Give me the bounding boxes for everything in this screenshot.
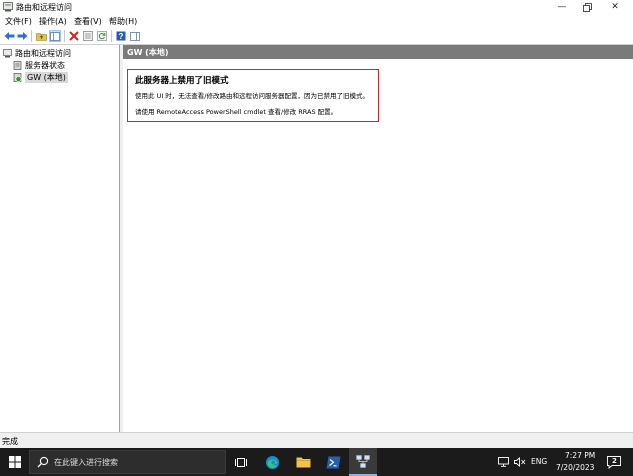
rras-root-icon	[3, 49, 12, 58]
restore-icon	[582, 2, 592, 12]
menu-file[interactable]: 文件(F)	[5, 16, 32, 27]
notice-line-2: 请使用 RemoteAccess PowerShell cmdlet 查看/修改…	[135, 108, 338, 116]
legacy-mode-notice: 此服务器上禁用了旧模式 使用此 UI 时，无法查看/修改路由和远程访问服务器配置…	[127, 69, 379, 122]
network-manager-icon	[356, 454, 370, 468]
clock-date: 7/20/2023	[556, 463, 595, 472]
notification-center-button[interactable]: 2	[603, 448, 625, 476]
maximize-button[interactable]	[573, 0, 601, 14]
menu-action[interactable]: 操作(A)	[39, 16, 67, 27]
toolbar: ?	[0, 28, 633, 45]
details-pane-title: GW (本地)	[127, 48, 169, 57]
tree-item-root-label: 路由和远程访问	[15, 49, 71, 58]
edge-browser-icon	[265, 455, 279, 469]
svg-text:?: ?	[119, 32, 124, 41]
toolbar-divider	[64, 30, 65, 42]
taskbar: 在此键入进行搜索 ENG 7:27 PM 7/20/2023 2	[0, 448, 633, 476]
clock[interactable]: 7:27 PM 7/20/2023	[555, 448, 600, 476]
minimize-icon: —	[557, 2, 567, 12]
taskbar-edge[interactable]	[259, 448, 285, 476]
close-button[interactable]: ✕	[601, 0, 629, 14]
menu-help[interactable]: 帮助(H)	[109, 16, 137, 27]
show-hide-action-pane-button[interactable]	[129, 30, 141, 42]
delete-x-icon	[69, 31, 79, 41]
menu-bar: 文件(F) 操作(A) 查看(V) 帮助(H)	[0, 14, 633, 28]
menu-view[interactable]: 查看(V)	[74, 16, 102, 27]
properties-icon	[83, 31, 93, 41]
properties-button[interactable]	[82, 30, 94, 42]
tray-network[interactable]	[497, 448, 509, 476]
input-language[interactable]: ENG	[531, 457, 547, 466]
console-tree-icon	[50, 31, 60, 41]
forward-arrow-icon	[17, 32, 27, 40]
toolbar-divider	[31, 30, 32, 42]
refresh-icon	[97, 31, 107, 41]
tree-item-server-status-label: 服务器状态	[25, 61, 65, 70]
notice-heading: 此服务器上禁用了旧模式	[135, 76, 229, 86]
tree-item-gw-local-label: GW (本地)	[25, 72, 68, 83]
windows-logo-icon	[8, 456, 21, 468]
details-pane-header: GW (本地)	[123, 45, 633, 59]
folder-up-icon	[35, 33, 47, 41]
clock-time: 7:27 PM	[565, 451, 596, 460]
up-level-button[interactable]	[35, 30, 47, 42]
console-tree: 路由和远程访问 服务器状态 GW (本地)	[0, 45, 120, 432]
taskbar-search-box[interactable]: 在此键入进行搜索	[29, 450, 226, 474]
back-button[interactable]	[3, 30, 15, 42]
taskbar-file-explorer[interactable]	[290, 448, 316, 476]
folder-icon	[296, 457, 310, 468]
search-placeholder: 在此键入进行搜索	[54, 458, 118, 467]
close-icon: ✕	[611, 2, 619, 12]
task-view-button[interactable]	[229, 448, 253, 476]
start-button[interactable]	[0, 448, 29, 476]
details-pane: GW (本地) 此服务器上禁用了旧模式 使用此 UI 时，无法查看/修改路由和远…	[123, 45, 633, 432]
app-window: 路由和远程访问 — ✕ 文件(F) 操作(A) 查看(V) 帮助(H) ? 路由…	[0, 0, 633, 449]
tree-item-root[interactable]: 路由和远程访问	[3, 48, 71, 59]
powershell-icon	[326, 456, 340, 468]
search-icon	[37, 456, 49, 468]
status-bar: 完成	[0, 432, 633, 449]
notification-count: 2	[612, 457, 617, 465]
volume-muted-icon	[514, 457, 526, 467]
server-running-icon	[13, 73, 22, 82]
back-arrow-icon	[4, 32, 14, 40]
toolbar-divider	[111, 30, 112, 42]
window-title: 路由和远程访问	[16, 3, 72, 12]
task-view-icon	[235, 457, 247, 467]
show-hide-console-tree-button[interactable]	[49, 30, 61, 42]
refresh-button[interactable]	[96, 30, 108, 42]
server-status-icon	[13, 61, 22, 70]
tree-item-server-status[interactable]: 服务器状态	[13, 60, 65, 71]
status-text: 完成	[2, 437, 18, 446]
minimize-button[interactable]: —	[548, 0, 576, 14]
help-button[interactable]: ?	[115, 30, 127, 42]
forward-button[interactable]	[16, 30, 28, 42]
taskbar-rras-active[interactable]	[349, 448, 377, 476]
taskbar-powershell[interactable]	[320, 448, 346, 476]
action-pane-icon	[130, 31, 140, 41]
tray-volume[interactable]	[513, 448, 527, 476]
delete-button[interactable]	[68, 30, 80, 42]
title-bar: 路由和远程访问 — ✕	[0, 0, 633, 14]
help-icon: ?	[116, 31, 126, 41]
network-icon	[497, 457, 509, 467]
tree-item-gw-local[interactable]: GW (本地)	[13, 72, 68, 83]
rras-app-icon	[3, 2, 13, 12]
notice-line-1: 使用此 UI 时，无法查看/修改路由和远程访问服务器配置，因为已禁用了旧模式。	[135, 92, 369, 100]
